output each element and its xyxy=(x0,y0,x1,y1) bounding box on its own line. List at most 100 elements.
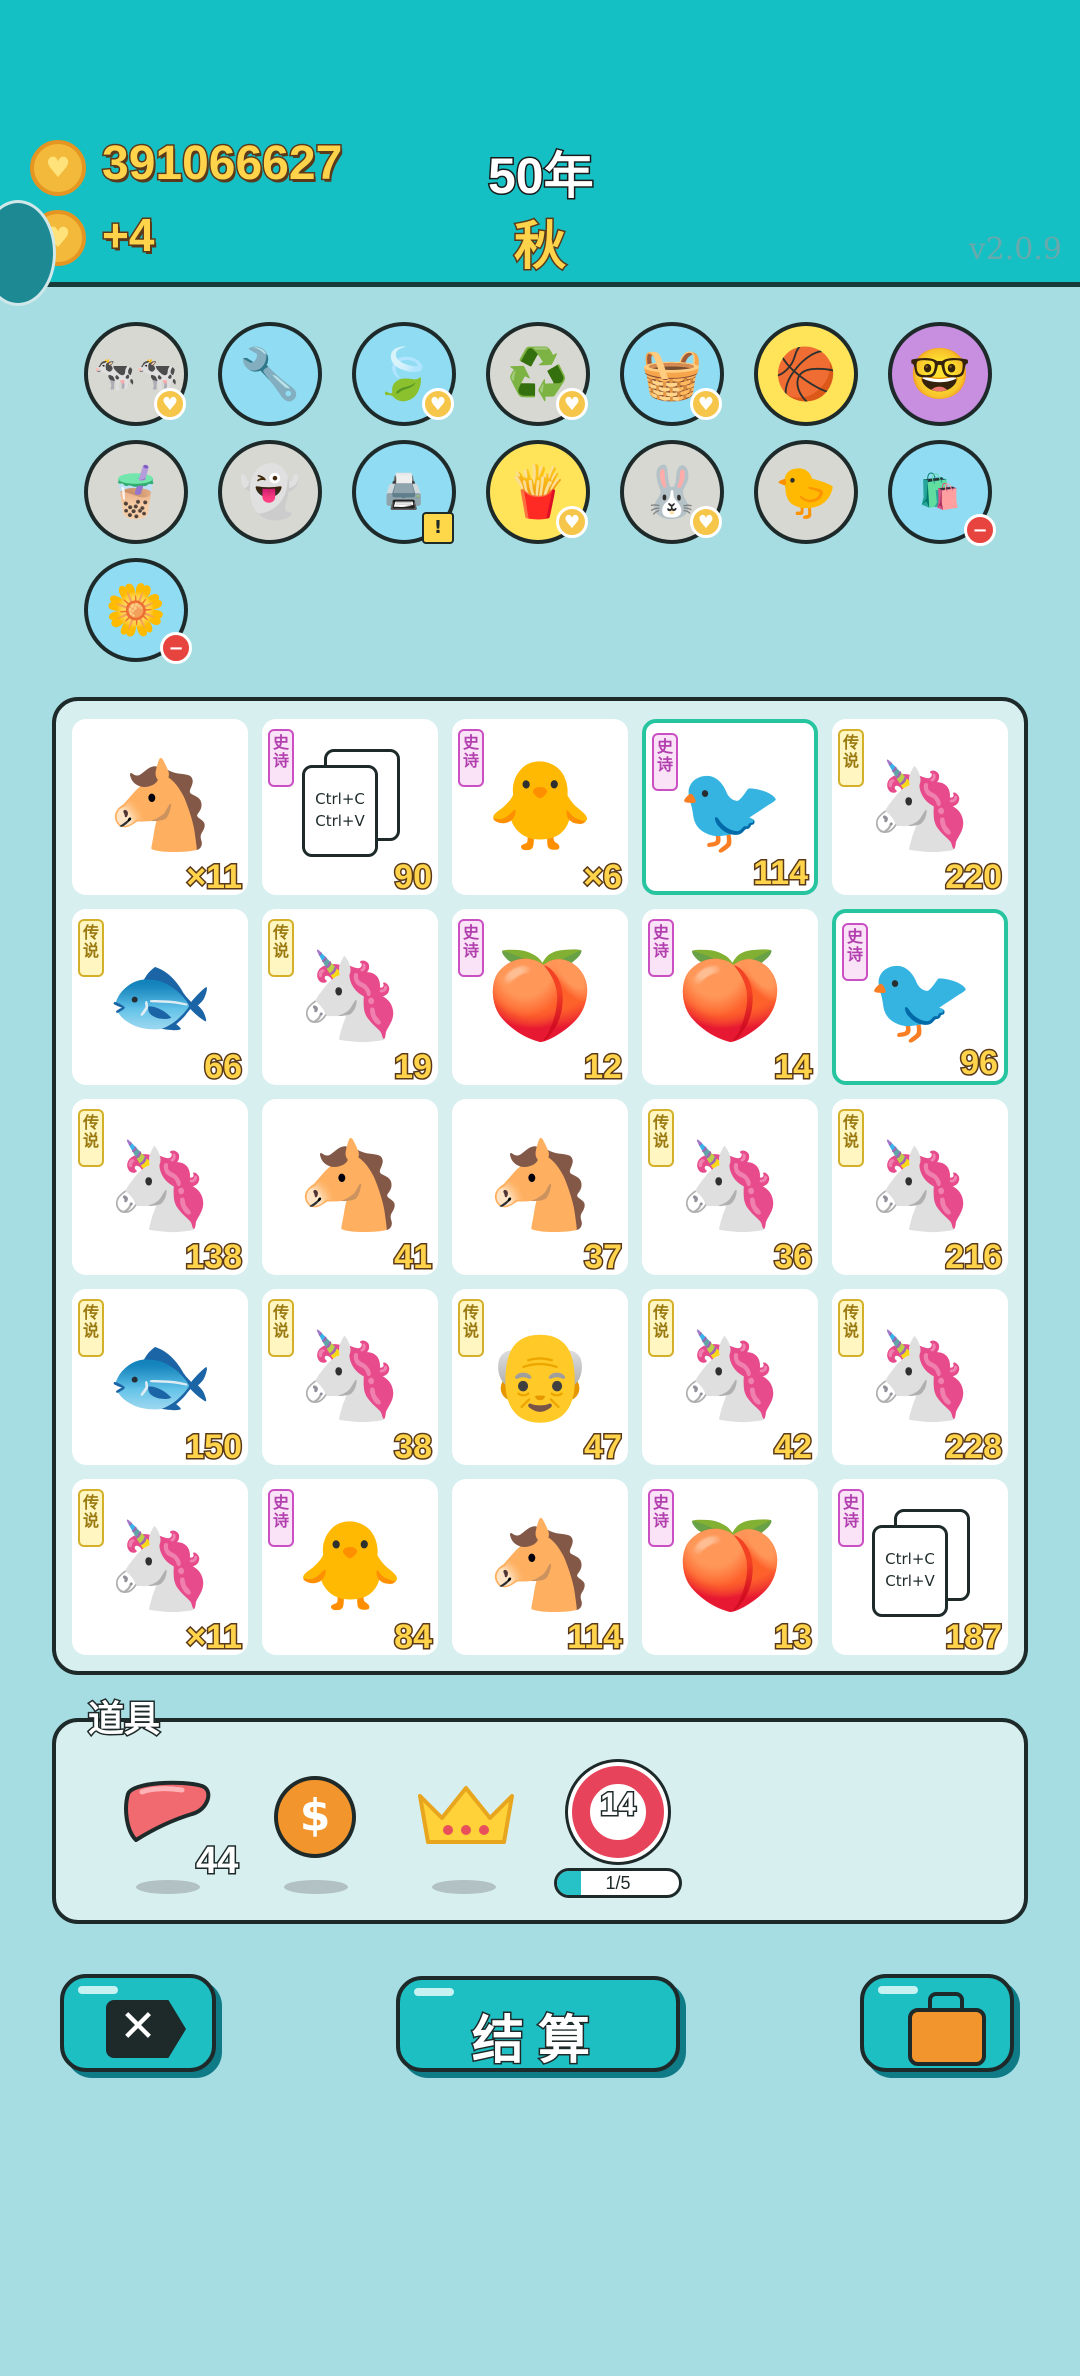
rarity-tag: 史诗 xyxy=(838,1489,864,1547)
chick-egg-icon: 🐤 xyxy=(774,462,838,521)
dollar-icon: $ xyxy=(299,1790,331,1841)
coin-icon xyxy=(30,140,86,196)
rarity-tag: 传说 xyxy=(268,919,294,977)
rarity-tag: 传说 xyxy=(78,1489,104,1547)
rarity-tag: 传说 xyxy=(78,1299,104,1357)
slot-value: ×11 xyxy=(185,857,244,898)
crown-tool[interactable] xyxy=(416,1782,516,1852)
copy-paste-card-icon: Ctrl+C Ctrl+V xyxy=(302,749,402,859)
coin-tool[interactable]: $ xyxy=(274,1776,356,1858)
symbol-icon: 🐴 xyxy=(486,1516,594,1616)
item-basketballs[interactable]: 🏀 xyxy=(754,322,858,426)
season-label: 秋 xyxy=(512,216,567,279)
board-slot[interactable]: Ctrl+C Ctrl+V 史诗 90 xyxy=(262,719,438,898)
liver-tool[interactable]: 44 xyxy=(122,1780,240,1890)
board-slot[interactable]: 🐦 史诗 114 xyxy=(642,719,818,895)
board-slot[interactable]: 🦄 传说 216 xyxy=(832,1099,1008,1278)
item-fruit-basket[interactable]: 🧺 ♥ xyxy=(620,322,724,426)
board-slot[interactable]: 👴 传说 47 xyxy=(452,1289,628,1468)
board-slot[interactable]: 🦄 传说 220 xyxy=(832,719,1008,898)
slot-value: 228 xyxy=(944,1427,1004,1468)
item-math-nerd[interactable]: 🤓 xyxy=(888,322,992,426)
rarity-tag: 史诗 xyxy=(458,729,484,787)
board-slot[interactable]: 🐴 ×11 xyxy=(72,719,248,898)
slot-value: 37 xyxy=(583,1237,624,1278)
slot-value: 36 xyxy=(773,1237,814,1278)
board-slot[interactable]: 🐴 41 xyxy=(262,1099,438,1278)
flower-pot-icon: 🌼 xyxy=(104,580,168,639)
board-slot[interactable]: 🐥 史诗 84 xyxy=(262,1479,438,1658)
item-flower-pot[interactable]: 🌼 − xyxy=(84,558,192,664)
board-slot[interactable]: 🦄 传说 36 xyxy=(642,1099,818,1278)
board-slot[interactable]: 🍑 史诗 12 xyxy=(452,909,628,1088)
rarity-tag: 传说 xyxy=(268,1299,294,1357)
ghost-icon: 👻 xyxy=(238,462,302,521)
pump-icon: 🔧 xyxy=(238,344,302,403)
printer-icon: 🖨️ xyxy=(382,472,426,512)
settle-button[interactable]: 结算 xyxy=(396,1976,680,2073)
rarity-tag: 史诗 xyxy=(842,923,868,981)
item-cows[interactable]: 🐄🐄 ♥ xyxy=(84,322,188,426)
ctrl-c-label: Ctrl+C xyxy=(885,1550,935,1568)
symbol-icon: 🐴 xyxy=(486,1136,594,1236)
board-slot[interactable]: 🦄 传说 19 xyxy=(262,909,438,1088)
board-slot[interactable]: 🍑 史诗 14 xyxy=(642,909,818,1088)
rarity-tag: 史诗 xyxy=(652,733,678,791)
inventory-button[interactable] xyxy=(860,1974,1014,2072)
item-pump[interactable]: 🔧 xyxy=(218,322,322,426)
board-slot[interactable]: 🐥 史诗 ×6 xyxy=(452,719,628,898)
item-rabbit[interactable]: 🐰 ♥ xyxy=(620,440,724,544)
slot-value: 96 xyxy=(959,1043,1000,1084)
board-slot[interactable]: 🐦 史诗 96 xyxy=(832,909,1008,1085)
slot-board: 🐴 ×11 Ctrl+C Ctrl+V 史诗 90 🐥 史诗 ×6 🐦 史诗 114 🦄 传说 220 🐟 传说… xyxy=(52,697,1028,1675)
rarity-tag: 传说 xyxy=(648,1109,674,1167)
target-value: 14 xyxy=(599,1785,638,1824)
board-slot[interactable]: Ctrl+C Ctrl+V 史诗 187 xyxy=(832,1479,1008,1658)
board-slot[interactable]: 🐟 传说 150 xyxy=(72,1289,248,1468)
slot-value: ×6 xyxy=(582,857,624,898)
item-recycle[interactable]: ♻️ ♥ xyxy=(486,322,590,426)
rarity-tag: 传说 xyxy=(838,1109,864,1167)
item-leaf[interactable]: 🍃 ♥ xyxy=(352,322,456,426)
board-slot[interactable]: 🍑 史诗 13 xyxy=(642,1479,818,1658)
slot-value: 216 xyxy=(944,1237,1004,1278)
coin-total: 391066627 xyxy=(100,136,343,192)
slot-value: 114 xyxy=(752,853,810,894)
slot-value: 187 xyxy=(944,1617,1004,1658)
rarity-tag: 史诗 xyxy=(648,1489,674,1547)
target-tool[interactable]: 14 xyxy=(568,1762,668,1862)
delete-button[interactable]: ✕ xyxy=(60,1974,216,2072)
board-slot[interactable]: 🦄 传说 38 xyxy=(262,1289,438,1468)
slot-value: 114 xyxy=(566,1617,624,1658)
tools-title: 道具 xyxy=(86,1698,161,1742)
slot-value: 84 xyxy=(393,1617,434,1658)
version-label: v2.0.9 xyxy=(968,232,1062,267)
item-printer[interactable]: 🖨️! xyxy=(352,440,456,544)
warning-badge-icon: ! xyxy=(422,512,454,544)
slot-value: 220 xyxy=(944,857,1004,898)
board-slot[interactable]: 🦄 传说 42 xyxy=(642,1289,818,1468)
item-trash-bag[interactable]: 🛍️ − xyxy=(888,440,996,546)
item-ghost[interactable]: 👻 xyxy=(218,440,322,544)
board-slot[interactable]: 🐴 37 xyxy=(452,1099,628,1278)
year-label: 50年 xyxy=(487,147,596,206)
slot-value: 14 xyxy=(773,1047,814,1088)
board-slot[interactable]: 🐴 114 xyxy=(452,1479,628,1658)
symbol-icon: 🐴 xyxy=(296,1136,404,1236)
item-bubble-tea[interactable]: 🧋 xyxy=(84,440,188,544)
liver-icon xyxy=(124,1780,211,1842)
slot-value: 41 xyxy=(393,1237,434,1278)
settle-label: 结算 xyxy=(470,2010,604,2073)
board-slot[interactable]: 🦄 传说 138 xyxy=(72,1099,248,1278)
rarity-tag: 传说 xyxy=(838,729,864,787)
item-fries[interactable]: 🍟 ♥ xyxy=(486,440,590,544)
board-slot[interactable]: 🦄 传说 ×11 xyxy=(72,1479,248,1658)
top-bar: 391066627 +4 50年 秋 v2.0.9 xyxy=(0,0,1080,287)
slot-value: 12 xyxy=(583,1047,624,1088)
crown-icon xyxy=(418,1786,514,1844)
slot-value: 38 xyxy=(393,1427,434,1468)
heart-badge-icon: ♥ xyxy=(422,388,454,420)
item-chick-egg[interactable]: 🐤 xyxy=(754,440,858,544)
board-slot[interactable]: 🐟 传说 66 xyxy=(72,909,248,1088)
board-slot[interactable]: 🦄 传说 228 xyxy=(832,1289,1008,1468)
